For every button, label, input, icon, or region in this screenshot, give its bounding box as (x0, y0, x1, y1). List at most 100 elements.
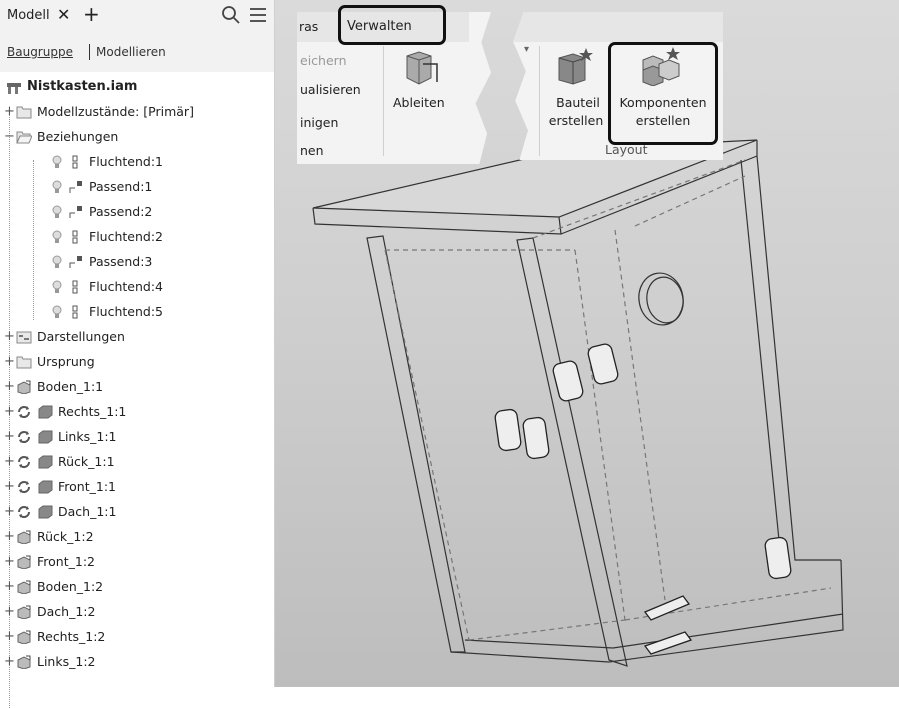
browser-mode-bar: Baugruppe Modellieren (0, 34, 274, 72)
expander-icon[interactable]: + (4, 405, 15, 418)
representations-icon (16, 331, 32, 343)
tree-label: Fluchtend:4 (89, 279, 163, 294)
expander-icon[interactable]: + (4, 630, 15, 643)
ribbon-tab-strip-right (513, 12, 723, 42)
tree-label: Passend:3 (89, 254, 153, 269)
expander-icon[interactable]: + (4, 355, 15, 368)
tree-row-part[interactable]: Boden_1:1 (16, 374, 103, 399)
tree-row-representations[interactable]: Darstellungen (16, 324, 125, 349)
lightbulb-icon (52, 155, 62, 168)
expander-icon[interactable]: + (4, 380, 15, 393)
close-icon[interactable]: ✕ (57, 5, 70, 24)
tab-partial-left[interactable]: ras (299, 19, 318, 34)
tree-row-constraint[interactable]: Fluchtend:5 (50, 299, 163, 324)
lightbulb-icon (52, 305, 62, 318)
tree-row-constraint[interactable]: Fluchtend:2 (50, 224, 163, 249)
tree-row-origin[interactable]: Ursprung (16, 349, 95, 374)
expander-icon[interactable]: + (4, 430, 15, 443)
entrance-hole (638, 272, 684, 326)
tree-label: Fluchtend:5 (89, 304, 163, 319)
subtab-assembly[interactable]: Baugruppe (7, 45, 73, 59)
tree-row-constraint[interactable]: Fluchtend:1 (50, 149, 163, 174)
expander-icon[interactable]: + (4, 655, 15, 668)
part-icon (17, 530, 31, 544)
tree-row-part[interactable]: Boden_1:2 (16, 574, 103, 599)
ribbon-save-partial[interactable]: eichern (300, 53, 347, 68)
expander-icon[interactable]: + (4, 330, 15, 343)
tree-label: Passend:2 (89, 204, 153, 219)
tree-row-root[interactable]: Nistkasten.iam (6, 74, 137, 99)
ribbon-visualize-partial[interactable]: ualisieren (300, 82, 361, 97)
folder-open-icon (16, 131, 32, 143)
expander-icon[interactable]: + (4, 555, 15, 568)
tree-row-constraint[interactable]: Passend:3 (50, 249, 152, 274)
flush-constraint-icon (72, 305, 78, 318)
ribbon-bottom-partial: nen (300, 143, 324, 158)
flush-constraint-icon (72, 155, 78, 168)
chevron-down-icon[interactable]: ▾ (524, 44, 529, 55)
tree-row-part[interactable]: Links_1:1 (16, 424, 116, 449)
tree-row-part[interactable]: Rechts_1:1 (16, 399, 126, 424)
tree-row-constraint[interactable]: Passend:2 (50, 199, 152, 224)
expander-icon[interactable]: + (4, 505, 15, 518)
ribbon-divider (383, 46, 384, 156)
add-tab-icon[interactable]: + (83, 2, 100, 26)
expander-icon[interactable]: + (4, 580, 15, 593)
refresh-icon (18, 455, 30, 468)
graphics-viewport[interactable]: ras Verwalten eichern ualisieren inigen … (275, 0, 899, 687)
mate-constraint-icon (69, 180, 82, 193)
pattern-part-icon (38, 430, 53, 443)
expander-icon[interactable]: + (4, 455, 15, 468)
flush-constraint-icon (72, 280, 78, 293)
mate-constraint-icon (69, 255, 82, 268)
tree-row-part[interactable]: Rechts_1:2 (16, 624, 105, 649)
pattern-part-icon (38, 455, 53, 468)
tree-row-part[interactable]: Front_1:1 (16, 474, 116, 499)
tree-row-part[interactable]: Rück_1:1 (16, 449, 115, 474)
derive-button[interactable]: Ableiten (389, 48, 449, 118)
tree-row-part[interactable]: Rück_1:2 (16, 524, 94, 549)
expander-icon[interactable]: + (4, 605, 15, 618)
part-icon (17, 655, 31, 669)
expander-icon[interactable]: + (4, 480, 15, 493)
derive-icon (406, 51, 438, 85)
tree-label: Dach_1:1 (58, 504, 117, 519)
search-icon[interactable] (221, 5, 241, 29)
tree-label: Beziehungen (37, 129, 119, 144)
pattern-part-icon (38, 505, 53, 518)
refresh-icon (18, 430, 30, 443)
tree-label: Darstellungen (37, 329, 125, 344)
folder-icon (16, 106, 32, 118)
pattern-part-icon (38, 480, 53, 493)
lightbulb-icon (52, 230, 62, 243)
menu-icon[interactable] (248, 5, 268, 29)
tree-row-part[interactable]: Dach_1:1 (16, 499, 116, 524)
create-part-button[interactable]: Bauteil erstellen (545, 46, 607, 136)
refresh-icon (18, 405, 30, 418)
tree-row-constraint[interactable]: Fluchtend:4 (50, 274, 163, 299)
part-icon (17, 605, 31, 619)
box-right-inner (740, 159, 782, 561)
panel-label-layout: Layout (605, 142, 648, 157)
browser-tab-bar: Modell ✕ + (0, 0, 274, 35)
tree-row-part[interactable]: Dach_1:2 (16, 599, 95, 624)
collapse-icon[interactable]: − (4, 130, 15, 143)
expander-icon[interactable]: + (4, 105, 15, 118)
expander-icon[interactable]: + (4, 530, 15, 543)
part-icon (17, 555, 31, 569)
tree-row-constraint[interactable]: Passend:1 (50, 174, 152, 199)
tree-row-part[interactable]: Links_1:2 (16, 649, 95, 674)
tree-guide-line (33, 160, 34, 320)
tree-row-relationships[interactable]: Beziehungen (16, 124, 118, 149)
tree-row-model-states[interactable]: Modellzustände: [Primär] (16, 99, 194, 124)
tree-row-part[interactable]: Front_1:2 (16, 549, 95, 574)
refresh-icon (18, 505, 30, 518)
subtab-modeling[interactable]: Modellieren (96, 45, 166, 59)
create-part-label-1: Bauteil (556, 95, 600, 110)
tree-label: Rück_1:1 (58, 454, 115, 469)
tab-model[interactable]: Modell (7, 8, 50, 23)
highlight-create-components (608, 42, 718, 145)
tree-label: Passend:1 (89, 179, 153, 194)
ribbon-clean-partial[interactable]: inigen (300, 115, 338, 130)
tree-label: Front_1:2 (37, 554, 95, 569)
